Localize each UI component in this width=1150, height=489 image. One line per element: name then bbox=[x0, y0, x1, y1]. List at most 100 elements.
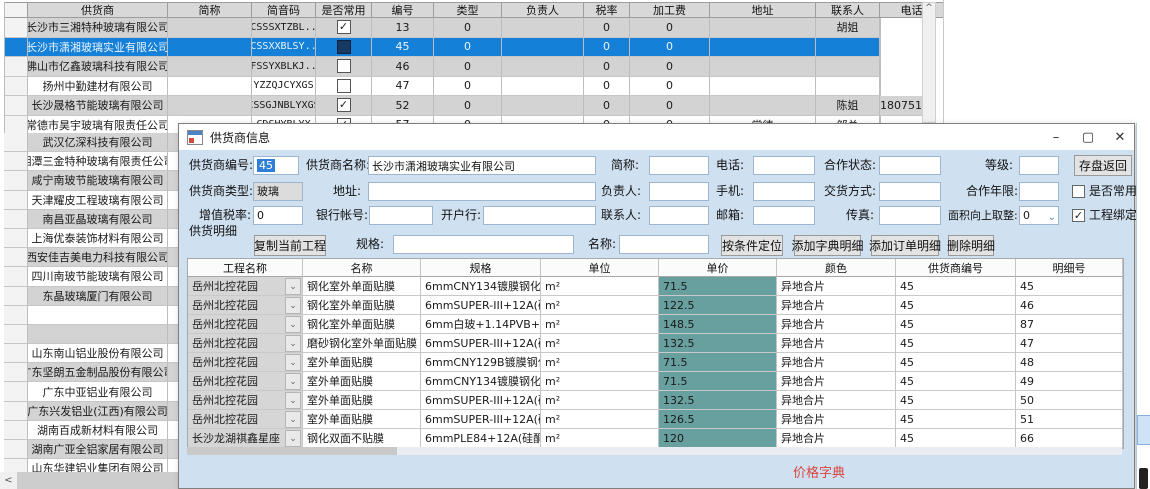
short-name-field[interactable] bbox=[649, 156, 709, 175]
project-combo[interactable]: 岳州北控花园⌄ bbox=[188, 315, 303, 334]
area-round-up-select[interactable]: 0⌄ bbox=[1019, 206, 1059, 225]
vat-rate-field[interactable] bbox=[253, 206, 303, 225]
chevron-down-icon[interactable]: ⌄ bbox=[285, 278, 301, 295]
column-header[interactable]: 供货商 bbox=[28, 2, 168, 18]
list-item[interactable]: 南昌亚晶玻璃有限公司 bbox=[4, 210, 182, 229]
supplier-name-field[interactable] bbox=[368, 156, 596, 175]
coop-status-field[interactable] bbox=[879, 156, 941, 175]
scroll-up-icon[interactable]: ^ bbox=[925, 3, 933, 13]
detail-row[interactable]: 岳州北控花园⌄钢化室外单面贴膜6mmSUPER-III+12A(硅...m²12… bbox=[188, 296, 1123, 315]
column-header[interactable]: 加工费 bbox=[630, 2, 710, 18]
project-combo[interactable]: 岳州北控花园⌄ bbox=[188, 277, 303, 296]
scrollbar-thumb[interactable] bbox=[17, 472, 178, 489]
column-header[interactable]: 名称 bbox=[303, 259, 421, 277]
chevron-down-icon[interactable]: ⌄ bbox=[285, 373, 301, 390]
horizontal-scrollbar[interactable]: < bbox=[0, 472, 178, 489]
project-combo[interactable]: 岳州北控花园⌄ bbox=[188, 334, 303, 353]
fax-field[interactable] bbox=[879, 206, 941, 225]
grade-field[interactable] bbox=[1019, 156, 1059, 175]
project-combo[interactable]: 长沙龙湖祺鑫星座⌄ bbox=[188, 429, 303, 448]
name-filter-field[interactable] bbox=[619, 235, 709, 254]
supplier-type-field[interactable]: 玻璃 bbox=[253, 182, 303, 201]
column-header[interactable]: 简音码 bbox=[252, 2, 316, 18]
project-combo[interactable]: 岳州北控花园⌄ bbox=[188, 296, 303, 315]
list-item[interactable] bbox=[4, 306, 182, 325]
column-header[interactable]: 工程名称 bbox=[188, 259, 303, 277]
locate-button[interactable]: 按条件定位 bbox=[721, 235, 783, 256]
project-combo[interactable]: 岳州北控花园⌄ bbox=[188, 353, 303, 372]
copy-project-button[interactable]: 复制当前工程 bbox=[254, 235, 326, 256]
email-field[interactable] bbox=[753, 206, 815, 225]
vertical-scrollbar[interactable]: ^ bbox=[922, 2, 936, 123]
list-item[interactable]: 上海优泰装饰材料有限公司 bbox=[4, 229, 182, 248]
often-used-checkbox[interactable] bbox=[1072, 185, 1085, 198]
coop-years-field[interactable] bbox=[1019, 182, 1059, 201]
project-combo[interactable]: 岳州北控花园⌄ bbox=[188, 391, 303, 410]
scrollbar-thumb[interactable] bbox=[187, 447, 397, 455]
detail-row[interactable]: 长沙龙湖祺鑫星座⌄钢化双面不贴膜6mmPLE84+12A(硅酮胶...m²120… bbox=[188, 429, 1123, 448]
detail-row[interactable]: 岳州北控花园⌄室外单面贴膜6mmCNY129B镀膜钢化m²71.5异地合片454… bbox=[188, 353, 1123, 372]
save-return-button[interactable]: 存盘返回 bbox=[1074, 155, 1132, 176]
minimize-button[interactable]: – bbox=[1040, 124, 1072, 150]
mobile-field[interactable] bbox=[753, 182, 815, 201]
column-header[interactable]: 供货商编号 bbox=[896, 259, 1016, 277]
table-row[interactable]: 长沙市潇湘玻璃实业有限公司CSSXXBLSY..45000 bbox=[4, 38, 944, 58]
common-use-checkbox[interactable] bbox=[337, 59, 351, 73]
list-item[interactable]: 广东中亚铝业有限公司 bbox=[4, 382, 182, 401]
list-item[interactable]: 咸宁南玻节能玻璃有限公司 bbox=[4, 171, 182, 190]
dialog-titlebar[interactable]: 供货商信息 – ▢ ✕ bbox=[179, 124, 1134, 150]
common-use-checkbox[interactable] bbox=[337, 20, 351, 34]
scroll-left-icon[interactable]: < bbox=[0, 472, 17, 489]
table-row[interactable]: 扬州中勤建材有限公司YZZQJCYXGS47000 bbox=[4, 77, 944, 97]
project-combo[interactable]: 岳州北控花园⌄ bbox=[188, 410, 303, 429]
list-item[interactable]: 东晶玻璃厦门有限公司 bbox=[4, 287, 182, 306]
column-header[interactable]: 单价 bbox=[659, 259, 777, 277]
add-dict-detail-button[interactable]: 添加字典明细 bbox=[794, 235, 861, 256]
column-header[interactable]: 颜色 bbox=[777, 259, 896, 277]
list-item[interactable]: 广东兴发铝业(江西)有限公司 bbox=[4, 402, 182, 421]
table-row[interactable]: 长沙晟格节能玻璃有限公司CSSGJNBLYXGS52000陈姐180751 bbox=[4, 96, 944, 116]
detail-horizontal-scrollbar[interactable] bbox=[187, 447, 1122, 455]
list-item[interactable]: 山东南山铝业股份有限公司 bbox=[4, 344, 182, 363]
detail-row[interactable]: 岳州北控花园⌄钢化室外单面贴膜6mmCNY134镀膜钢化m²71.5异地合片45… bbox=[188, 277, 1123, 296]
close-button[interactable]: ✕ bbox=[1104, 124, 1136, 150]
list-item[interactable]: 湖南广亚全铝家居有限公司 bbox=[4, 440, 182, 459]
column-header[interactable]: 负责人 bbox=[502, 2, 584, 18]
chevron-down-icon[interactable]: ⌄ bbox=[285, 316, 301, 333]
delete-detail-button[interactable]: 删除明细 bbox=[948, 235, 994, 256]
column-header[interactable]: 是否常用 bbox=[316, 2, 372, 18]
column-header[interactable]: 简称 bbox=[168, 2, 252, 18]
list-item[interactable]: 西安佳吉美电力科技有限公司 bbox=[4, 248, 182, 267]
column-header[interactable]: 联系人 bbox=[816, 2, 880, 18]
common-use-checkbox[interactable] bbox=[337, 98, 351, 112]
project-combo[interactable]: 岳州北控花园⌄ bbox=[188, 372, 303, 391]
chevron-down-icon[interactable]: ⌄ bbox=[285, 335, 301, 352]
list-item[interactable] bbox=[4, 325, 182, 344]
bank-account-field[interactable] bbox=[369, 206, 433, 225]
column-header[interactable]: 编号 bbox=[372, 2, 434, 18]
column-header[interactable]: 明细号 bbox=[1016, 259, 1123, 277]
supplier-no-field[interactable]: 45 bbox=[253, 156, 299, 175]
column-header[interactable]: 规格 bbox=[421, 259, 541, 277]
column-header[interactable]: 单位 bbox=[541, 259, 659, 277]
list-item[interactable]: 湖南百成新材料有限公司 bbox=[4, 421, 182, 440]
list-item[interactable]: 湘潭三金特种玻璃有限责任公司 bbox=[4, 152, 182, 171]
contact-field[interactable] bbox=[649, 206, 709, 225]
list-item[interactable]: 天津耀皮工程玻璃有限公司 bbox=[4, 191, 182, 210]
list-item[interactable]: 武汉亿深科技有限公司 bbox=[4, 133, 182, 152]
spec-filter-field[interactable] bbox=[393, 235, 574, 254]
detail-row[interactable]: 岳州北控花园⌄室外单面贴膜6mmSUPER-III+12A(硅...m²132.… bbox=[188, 391, 1123, 410]
project-bind-checkbox[interactable] bbox=[1072, 209, 1085, 222]
common-use-checkbox[interactable] bbox=[337, 40, 351, 54]
column-header[interactable]: 类型 bbox=[434, 2, 502, 18]
chevron-down-icon[interactable]: ⌄ bbox=[285, 354, 301, 371]
detail-row[interactable]: 岳州北控花园⌄磨砂钢化室外单面贴膜6mmSUPER-III+12A(硅...m²… bbox=[188, 334, 1123, 353]
table-row[interactable]: 长沙市三湘特种玻璃有限公司CSSSXTZBL..13000胡姐 bbox=[4, 18, 944, 38]
delivery-mode-field[interactable] bbox=[879, 182, 941, 201]
detail-row[interactable]: 岳州北控花园⌄钢化室外单面贴膜6mm白玻+1.14PVB+6mm...m²148… bbox=[188, 315, 1123, 334]
chevron-down-icon[interactable]: ⌄ bbox=[285, 411, 301, 428]
manager-field[interactable] bbox=[649, 182, 709, 201]
column-header[interactable]: 地址 bbox=[710, 2, 816, 18]
bank-field[interactable] bbox=[483, 206, 596, 225]
address-field[interactable] bbox=[368, 182, 596, 201]
